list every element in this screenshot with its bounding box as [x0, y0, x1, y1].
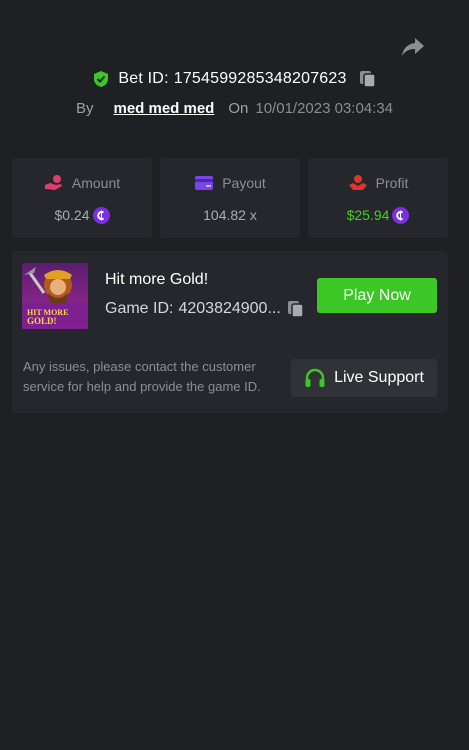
username-link[interactable]: med med med	[113, 100, 214, 117]
copy-icon[interactable]	[287, 300, 305, 318]
headset-icon	[304, 367, 326, 389]
bet-id-row: Bet ID: 1754599285348207623	[0, 66, 469, 92]
live-support-button[interactable]: Live Support	[291, 359, 437, 397]
game-title: Hit more Gold!	[105, 271, 209, 288]
amount-hand-icon	[44, 174, 64, 192]
game-card: HIT MORE GOLD! Hit more Gold! Game ID: 4…	[12, 251, 448, 413]
on-label: On	[228, 99, 249, 117]
support-note: Any issues, please contact the customer …	[23, 359, 261, 394]
bet-meta-row: By med med med On 10/01/2023 03:04:34	[0, 95, 469, 121]
thumbnail-text-line2: GOLD!	[27, 316, 57, 326]
live-support-label: Live Support	[334, 369, 424, 386]
game-thumbnail[interactable]: HIT MORE GOLD!	[22, 263, 88, 329]
bet-stats: Amount $0.24 Payout 104.82 x Profit $25.…	[12, 158, 448, 238]
payout-card-icon	[194, 174, 214, 192]
bet-id-label: Bet ID:	[118, 70, 169, 87]
bet-datetime: 10/01/2023 03:04:34	[255, 99, 394, 117]
coin-icon	[392, 206, 410, 224]
amount-stat: Amount $0.24	[12, 158, 152, 238]
copy-icon[interactable]	[359, 70, 377, 88]
share-icon[interactable]	[400, 36, 426, 58]
play-now-button[interactable]: Play Now	[317, 278, 437, 313]
profit-value: $25.94	[346, 207, 390, 223]
payout-value: 104.82 x	[203, 207, 257, 223]
shield-check-icon	[92, 70, 110, 88]
profit-label: Profit	[375, 175, 409, 191]
coin-icon	[92, 206, 110, 224]
amount-label: Amount	[71, 175, 121, 191]
payout-label: Payout	[222, 175, 266, 191]
amount-value: $0.24	[54, 207, 90, 223]
by-label: By	[75, 99, 94, 117]
bet-id-value: 1754599285348207623	[173, 70, 347, 87]
profit-hand-icon	[348, 174, 368, 192]
payout-stat: Payout 104.82 x	[160, 158, 300, 238]
game-id-label: Game ID:	[105, 300, 174, 317]
game-id-value: 4203824900...	[178, 300, 281, 317]
game-id-row: Game ID: 4203824900...	[105, 300, 305, 318]
profit-stat: Profit $25.94	[308, 158, 448, 238]
